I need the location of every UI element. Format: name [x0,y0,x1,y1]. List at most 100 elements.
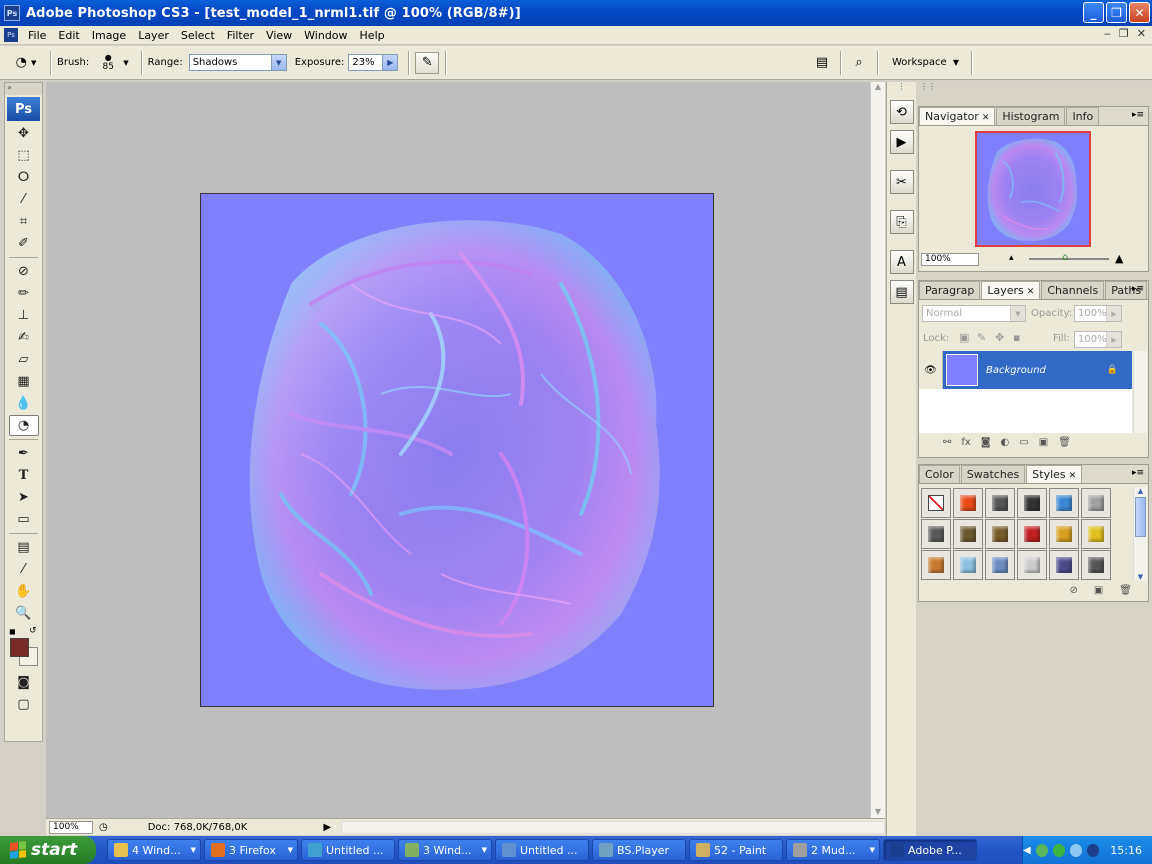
layer-style-icon[interactable]: fx [961,437,970,448]
style-swatch[interactable] [953,550,983,580]
tool-preset-picker[interactable]: ◔ ▼ [8,52,44,74]
taskbar-item[interactable]: 2 Mud... ▼ [786,839,880,861]
lasso-tool-icon[interactable]: ⵔ [9,167,39,188]
navigator-preview[interactable] [975,131,1091,247]
layer-mask-icon[interactable]: ◙ [981,437,991,448]
exposure-input[interactable]: 23% ▶ [348,54,399,71]
range-select[interactable]: Shadows ▼ [188,54,287,71]
path-selection-icon[interactable]: ➤ [9,487,39,508]
menu-edit[interactable]: Edit [52,29,85,42]
history-brush-icon[interactable]: ✍ [9,327,39,348]
tab-layers[interactable]: Layers ✕ [981,281,1041,299]
lock-position-icon[interactable]: ✥ [995,331,1004,344]
quick-mask-icon[interactable]: ◙ [9,672,39,693]
navigator-zoom-field[interactable]: 100% [921,253,979,266]
status-menu-arrow-icon[interactable]: ▶ [323,822,331,833]
tab-color[interactable]: Color [919,465,960,483]
tool-presets-icon[interactable]: ✂ [889,170,914,194]
magic-wand-icon[interactable]: ⁄ [9,189,39,210]
gradient-tool-icon[interactable]: ▦ [9,371,39,392]
tab-histogram[interactable]: Histogram [996,107,1066,125]
paragraph-panel-icon[interactable]: ▤ [889,280,914,304]
tab-channels[interactable]: Channels [1041,281,1105,299]
menu-filter[interactable]: Filter [221,29,260,42]
doc-close-icon[interactable]: ✕ [1137,27,1146,40]
panel-menu-icon[interactable]: ▸≡ [1132,468,1144,478]
zoom-out-icon[interactable]: ▴ [1009,253,1014,263]
opacity-input[interactable]: 100% ▶ [1074,305,1122,322]
character-panel-icon[interactable]: A [889,250,914,274]
hand-tool-icon[interactable]: ✋ [9,581,39,602]
taskbar-item[interactable]: 4 Wind... ▼ [107,839,201,861]
group-dropdown-icon[interactable]: ▼ [191,846,196,854]
style-swatch[interactable] [1017,488,1047,518]
taskbar-item[interactable]: Adobe P... [883,839,977,861]
new-style-icon[interactable]: ▣ [1094,585,1103,596]
clear-style-icon[interactable]: ⊘ [1069,585,1077,596]
pen-tool-icon[interactable]: ✒ [9,443,39,464]
taskbar-item[interactable]: 52 - Paint [689,839,783,861]
tab-navigator[interactable]: Navigator ✕ [919,107,996,125]
clone-stamp-icon[interactable]: ⊥ [9,305,39,326]
brush-picker[interactable]: ● 85 [97,53,119,72]
blur-tool-icon[interactable]: 💧 [9,393,39,414]
menu-window[interactable]: Window [298,29,353,42]
visibility-eye-icon[interactable]: 👁 [919,351,943,389]
airbrush-button[interactable]: ✎ [415,51,440,74]
document-icon[interactable]: Ps [4,28,18,42]
panel-menu-icon[interactable]: ▸≡ [1132,284,1144,294]
dodge-tool-icon[interactable]: ◔ [8,415,39,436]
actions-panel-icon[interactable]: ▶ [889,130,914,154]
tray-back-icon[interactable]: ◀ [1023,845,1031,856]
volume-icon[interactable] [1070,843,1083,857]
style-swatch[interactable] [1049,519,1079,549]
healing-brush-icon[interactable]: ⊘ [9,261,39,282]
new-layer-icon[interactable]: ▣ [1039,437,1048,448]
zoom-slider-handle-icon[interactable]: ⌂ [1062,252,1068,263]
marquee-tool-icon[interactable]: ⬚ [9,145,39,166]
delete-style-icon[interactable]: 🗑 [1119,585,1132,596]
lock-all-icon[interactable]: ▪ [1013,331,1020,344]
workspace-menu[interactable]: Workspace ▼ [892,57,959,68]
brush-tool-icon[interactable]: ✏ [9,283,39,304]
zoom-field[interactable]: 100% [49,820,93,834]
style-swatch[interactable] [1017,519,1047,549]
style-swatch[interactable] [1049,550,1079,580]
status-info-icon[interactable]: ◷ [99,822,108,833]
panel-menu-icon[interactable]: ▸≡ [1132,110,1144,120]
close-button[interactable]: ✕ [1129,2,1150,23]
menu-help[interactable]: Help [354,29,391,42]
eyedropper-icon[interactable]: ⁄ [9,559,39,580]
adjustment-layer-icon[interactable]: ◐ [1001,437,1010,448]
security-icon[interactable] [1087,843,1100,857]
style-swatch[interactable] [1017,550,1047,580]
layers-scrollbar[interactable] [1133,351,1147,433]
tab-styles[interactable]: Styles ✕ [1026,465,1083,483]
network-icon[interactable] [1035,843,1048,857]
canvas-horizontal-scrollbar[interactable] [341,820,885,834]
taskbar-item[interactable]: Untitled ... [495,839,589,861]
menu-layer[interactable]: Layer [132,29,175,42]
doc-minimize-icon[interactable]: ‒ [1104,27,1111,40]
menu-image[interactable]: Image [86,29,132,42]
shape-tool-icon[interactable]: ▭ [9,509,39,530]
swap-colors-icon[interactable]: ↺ [29,626,37,636]
type-tool-icon[interactable]: T [9,465,39,486]
style-swatch[interactable] [985,519,1015,549]
menu-select[interactable]: Select [175,29,221,42]
eraser-icon[interactable]: ▱ [9,349,39,370]
link-layers-icon[interactable]: ⚯ [943,437,951,448]
zoom-in-icon[interactable]: ▲ [1115,252,1123,265]
restore-button[interactable]: ❐ [1106,2,1127,23]
close-icon[interactable]: ✕ [1027,287,1035,297]
toolbox-grip[interactable]: » [5,83,42,95]
move-tool-icon[interactable]: ✥ [9,123,39,144]
style-swatch[interactable] [1081,550,1111,580]
taskbar-item[interactable]: 3 Wind... ▼ [398,839,492,861]
blend-mode-select[interactable]: Normal ▼ [922,305,1026,322]
group-dropdown-icon[interactable]: ▼ [482,846,487,854]
style-swatch[interactable] [985,488,1015,518]
slice-tool-icon[interactable]: ✐ [9,233,39,254]
default-colors-icon[interactable]: ◼ [9,627,16,636]
brush-dropdown-icon[interactable]: ▼ [123,59,128,67]
